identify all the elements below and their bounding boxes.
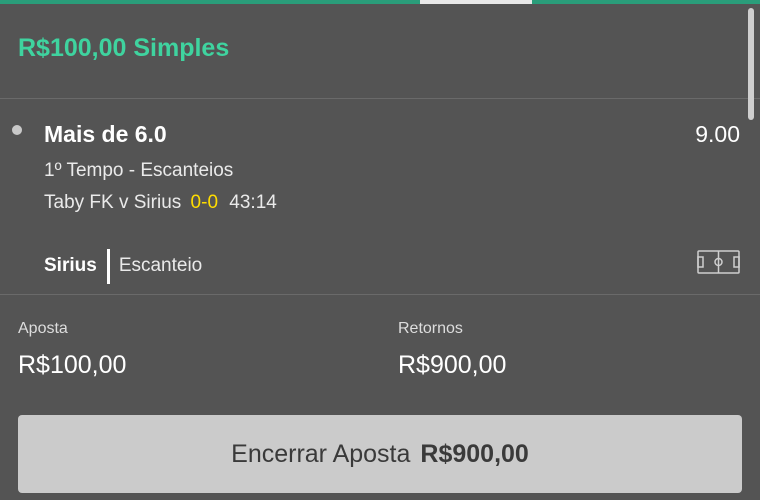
event-teams: Taby FK v Sirius <box>44 192 182 213</box>
cashout-label: Encerrar Aposta <box>231 439 411 468</box>
returns-label: Retornos <box>398 320 463 337</box>
stake-label: Aposta <box>18 320 68 337</box>
scrollbar[interactable] <box>748 8 754 120</box>
selection-odds: 9.00 <box>695 121 740 147</box>
bet-title: R$100,00 Simples <box>18 34 230 62</box>
cashout-amount: R$900,00 <box>420 439 529 468</box>
event-clock: 43:14 <box>229 192 277 213</box>
last-event-type: Escanteio <box>118 255 203 276</box>
selection-market: 1º Tempo - Escanteios <box>44 160 234 181</box>
cashout-button[interactable]: Encerrar Aposta R$900,00 <box>18 415 742 493</box>
stake-value: R$100,00 <box>18 351 127 379</box>
last-event: Sirius Escanteio <box>44 248 202 284</box>
football-pitch-icon[interactable] <box>697 250 740 274</box>
last-event-separator <box>106 248 110 284</box>
bet-header: R$100,00 Simples <box>0 0 760 99</box>
status-dot-icon <box>12 125 22 135</box>
selection-name: Mais de 6.0 <box>44 121 167 147</box>
selection-card[interactable]: Mais de 6.0 9.00 1º Tempo - Escanteios T… <box>0 99 760 295</box>
returns-value: R$900,00 <box>398 351 507 379</box>
last-event-team: Sirius <box>44 255 97 276</box>
selection-event: Taby FK v Sirius 0-0 43:14 <box>44 192 277 214</box>
event-score: 0-0 <box>190 192 219 213</box>
